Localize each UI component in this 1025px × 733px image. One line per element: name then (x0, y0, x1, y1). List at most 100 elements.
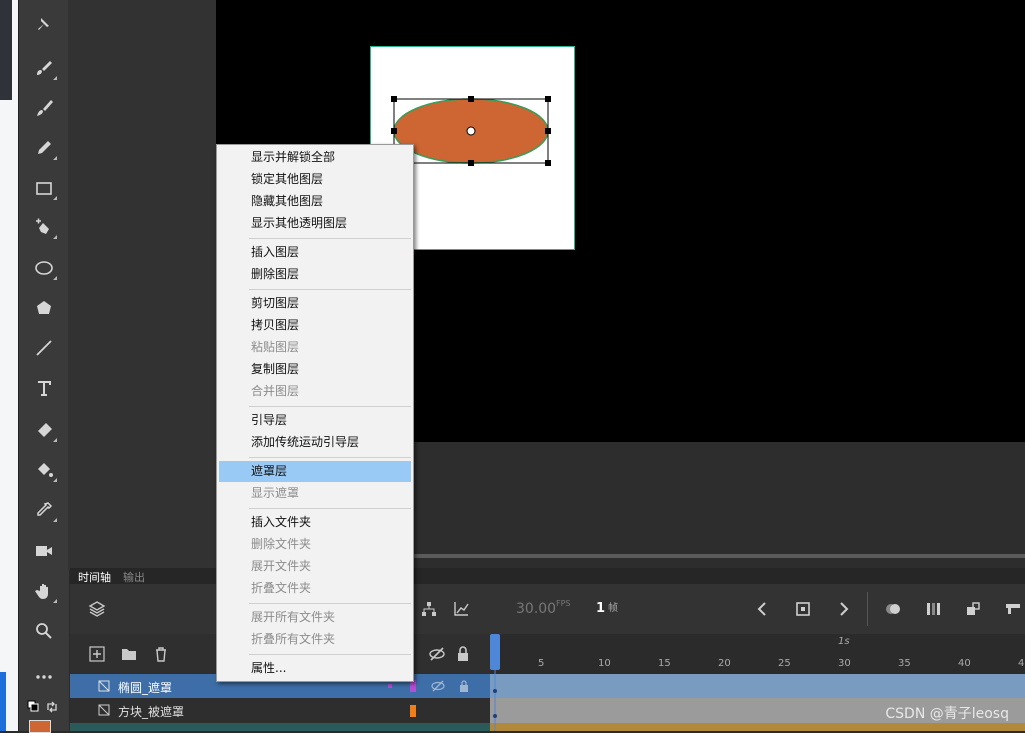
new-folder-icon[interactable] (120, 645, 138, 663)
menu-item-duplicate-layer[interactable]: 复制图层 (219, 359, 411, 380)
layer-row-partial[interactable] (70, 723, 490, 731)
menu-separator (249, 289, 411, 290)
menu-separator (249, 603, 411, 604)
swap-colors-icon[interactable] (45, 700, 59, 714)
tab-output[interactable]: 输出 (123, 569, 145, 585)
left-edge-blue-block (0, 672, 6, 731)
menu-separator (249, 238, 411, 239)
text-icon[interactable] (29, 373, 59, 403)
layer-visibility-icon[interactable] (430, 679, 446, 693)
header-divider (867, 592, 868, 626)
menu-item-delete-layer[interactable]: 删除图层 (219, 264, 411, 285)
menu-item-add-motion-guide[interactable]: 添加传统运动引导层 (219, 432, 411, 453)
menu-item-show-others-transparent[interactable]: 显示其他透明图层 (219, 213, 411, 234)
menu-separator (249, 406, 411, 407)
hierarchy-icon[interactable] (420, 600, 438, 618)
graph-icon[interactable] (452, 600, 470, 618)
menu-item-hide-others[interactable]: 隐藏其他图层 (219, 191, 411, 212)
layer-color-marker[interactable] (410, 705, 416, 717)
next-frame-icon[interactable] (834, 600, 852, 618)
menu-item-guide-layer[interactable]: 引导层 (219, 410, 411, 431)
camera-icon[interactable] (29, 536, 59, 566)
fill-color-swatch[interactable] (29, 720, 51, 733)
polygon-icon[interactable] (29, 293, 59, 323)
show-hide-all-icon[interactable] (428, 645, 446, 663)
left-edge-dark-block (0, 0, 12, 100)
tools-panel (18, 0, 69, 733)
playhead[interactable] (490, 634, 500, 731)
ruler-tick: 10 (598, 658, 611, 669)
ruler-time-label: 1s (838, 636, 850, 647)
menu-separator (249, 457, 411, 458)
fps-unit: FPS (556, 599, 571, 608)
delete-layer-icon[interactable] (152, 645, 170, 663)
layer-dot (388, 684, 392, 688)
menu-separator (249, 654, 411, 655)
onion-skin-icon[interactable] (884, 600, 902, 618)
parenting-icon[interactable] (964, 600, 982, 618)
left-edge-strip (0, 0, 18, 731)
hand-icon[interactable] (29, 576, 59, 606)
pin-icon[interactable] (29, 10, 59, 40)
timeline-tabbar: 时间轴 输出 (70, 568, 1025, 584)
menu-item-show-masking: 显示遮罩 (251, 486, 300, 500)
ruler-tick: 4 (1018, 658, 1025, 669)
line-icon[interactable] (29, 333, 59, 363)
menu-item-expand-all-folders: 展开所有文件夹 (251, 610, 336, 624)
ruler-tick: 35 (898, 658, 911, 669)
oval-icon[interactable] (29, 253, 59, 283)
previous-frame-icon[interactable] (754, 600, 772, 618)
menu-item-cut-layer[interactable]: 剪切图层 (219, 293, 411, 314)
more-icon[interactable] (29, 662, 59, 692)
paint-bucket-icon[interactable] (29, 455, 59, 485)
frames-row-selected[interactable] (490, 674, 1025, 698)
menu-separator (249, 508, 411, 509)
watermark-text: CSDN @青子leosq (885, 706, 1009, 722)
layer-name[interactable]: 方块_被遮罩 (118, 703, 184, 720)
frame-number[interactable]: 1 (596, 601, 605, 616)
ruler-tick: 30 (838, 658, 851, 669)
layer-name[interactable]: 椭圆_遮罩 (118, 679, 172, 696)
frames-ruler[interactable]: 1s 5 10 15 20 25 30 35 40 4 (490, 634, 1025, 674)
edit-multiple-frames-icon[interactable] (924, 600, 942, 618)
eraser-icon[interactable] (29, 415, 59, 445)
menu-item-properties[interactable]: 属性... (219, 658, 411, 679)
add-anchor-pen-icon[interactable] (29, 212, 59, 242)
lock-all-icon[interactable] (454, 645, 472, 663)
fps-value[interactable]: 30.00 (516, 601, 556, 617)
insert-keyframe-icon[interactable] (794, 600, 812, 618)
zoom-icon[interactable] (29, 616, 59, 646)
menu-item-collapse-folder: 折叠文件夹 (251, 581, 312, 595)
paint-brush-icon[interactable] (29, 53, 59, 83)
menu-item-show-unlock-all[interactable]: 显示并解锁全部 (219, 147, 411, 168)
menu-item-lock-others[interactable]: 锁定其他图层 (219, 169, 411, 190)
menu-item-copy-layer[interactable]: 拷贝图层 (219, 315, 411, 336)
menu-item-collapse-all-folders: 折叠所有文件夹 (251, 632, 336, 646)
camera-layer-icon[interactable] (1004, 600, 1022, 618)
ruler-tick: 15 (658, 658, 671, 669)
masked-layer-icon (98, 704, 110, 716)
layers-icon[interactable] (88, 600, 106, 618)
brush-icon[interactable] (29, 93, 59, 123)
menu-item-insert-folder[interactable]: 插入文件夹 (219, 512, 411, 533)
mask-layer-icon (98, 680, 110, 692)
ruler-tick: 25 (778, 658, 791, 669)
layer-context-menu: 显示并解锁全部 锁定其他图层 隐藏其他图层 显示其他透明图层 插入图层 删除图层… (216, 144, 414, 682)
eyedropper-icon[interactable] (29, 495, 59, 525)
layer-row[interactable]: 方块_被遮罩 (70, 698, 490, 723)
menu-item-insert-layer[interactable]: 插入图层 (219, 242, 411, 263)
horizontal-scrollbar[interactable] (414, 554, 1025, 558)
rectangle-icon[interactable] (29, 173, 59, 203)
menu-item-mask-layer[interactable]: 遮罩层 (219, 461, 411, 482)
frame-unit: 帧 (608, 603, 618, 614)
tab-timeline[interactable]: 时间轴 (78, 569, 111, 585)
ruler-tick: 40 (958, 658, 971, 669)
frames-row-partial[interactable] (490, 723, 1025, 731)
default-colors-icon[interactable] (27, 700, 39, 712)
layer-lock-icon[interactable] (458, 679, 470, 693)
pencil-icon[interactable] (29, 133, 59, 163)
ruler-tick: 5 (538, 658, 545, 669)
menu-item-paste-layer: 粘贴图层 (251, 340, 300, 354)
new-layer-icon[interactable] (88, 645, 106, 663)
ruler-tick: 20 (718, 658, 731, 669)
